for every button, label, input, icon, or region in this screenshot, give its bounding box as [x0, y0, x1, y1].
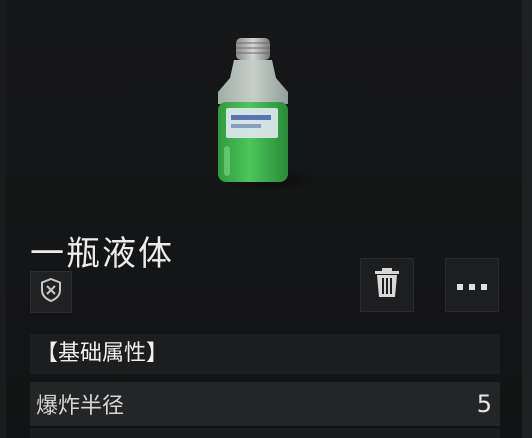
shield-x-icon: [38, 277, 64, 307]
attribute-value: 5: [476, 390, 492, 418]
ellipsis-icon: [457, 276, 487, 295]
item-detail-panel: 一瓶液体 【基础属性】 爆炸半径 5: [0, 0, 532, 438]
panel-left-edge: [0, 0, 6, 438]
more-options-button[interactable]: [445, 258, 499, 312]
delete-button[interactable]: [360, 258, 414, 312]
item-name: 一瓶液体: [30, 234, 174, 274]
next-row-strip: [30, 428, 500, 438]
item-badge[interactable]: [30, 271, 72, 313]
attribute-label: 爆炸半径: [36, 394, 125, 419]
green-liquid-bottle-icon: [196, 28, 318, 198]
basic-attributes-header: 【基础属性】: [30, 334, 500, 374]
panel-right-edge: [522, 0, 532, 438]
attribute-row: 爆炸半径 5: [30, 382, 500, 426]
trash-icon: [374, 268, 400, 302]
